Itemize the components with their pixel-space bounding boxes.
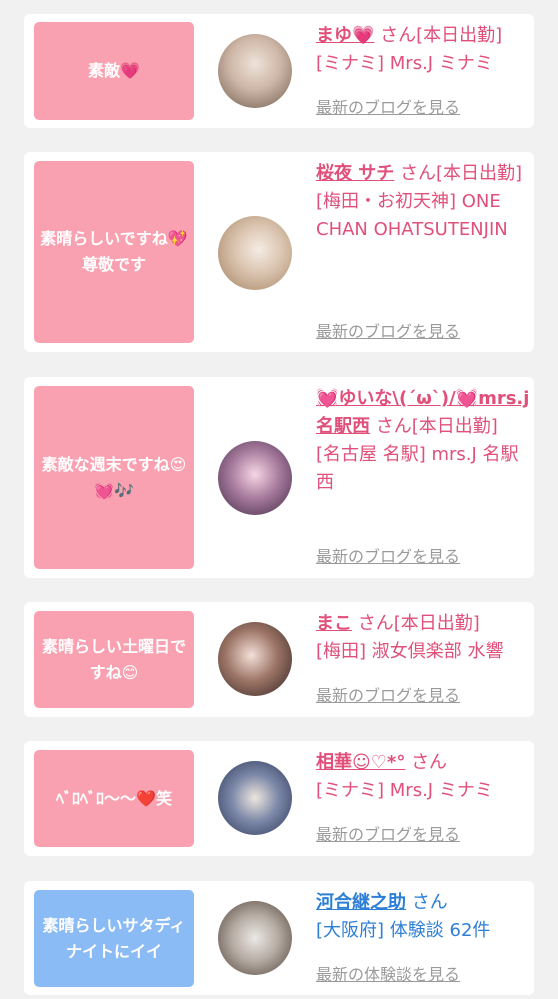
message-bubble: 素晴らしいサタディナイトにイイ bbox=[34, 890, 194, 987]
message-bubble: 素敵な週末ですね😍💓🎶 bbox=[34, 386, 194, 569]
profile-name-link[interactable]: まこ bbox=[316, 613, 352, 634]
shop-text: [名古屋 名駅] mrs.J 名駅西 bbox=[316, 444, 519, 493]
profile-name-link[interactable]: まゆ💗 bbox=[316, 25, 374, 46]
message-text: 素晴らしいサタディナイトにイイ bbox=[42, 915, 186, 961]
status-text: さん bbox=[411, 752, 448, 773]
avatar[interactable] bbox=[218, 216, 292, 290]
card-3: 素敵な週末ですね😍💓🎶 💓ゆいな\(´ω`)/💓mrs.j名駅西 さん[本日出勤… bbox=[24, 377, 534, 578]
blog-link[interactable]: 最新のブログを見る bbox=[316, 682, 460, 706]
message-bubble: ﾍﾞﾛﾍﾞﾛ〜〜❤️笑 bbox=[34, 750, 194, 847]
avatar[interactable] bbox=[218, 901, 292, 975]
avatar[interactable] bbox=[218, 761, 292, 835]
review-link[interactable]: 最新の体験談を見る bbox=[316, 961, 460, 985]
message-bubble: 素敵💗 bbox=[34, 22, 194, 120]
blog-link[interactable]: 最新のブログを見る bbox=[316, 543, 460, 567]
status-text: さん[本日出勤] bbox=[380, 25, 503, 46]
blog-link[interactable]: 最新のブログを見る bbox=[316, 821, 460, 845]
profile-info: 💓ゆいな\(´ω`)/💓mrs.j名駅西 さん[本日出勤] [名古屋 名駅] m… bbox=[316, 385, 530, 497]
avatar[interactable] bbox=[218, 622, 292, 696]
shop-text: [ミナミ] Mrs.J ミナミ bbox=[316, 53, 493, 74]
status-text: さん[本日出勤] bbox=[375, 416, 498, 437]
card-6: 素晴らしいサタディナイトにイイ 河合継之助 さん [大阪府] 体験談 62件 最… bbox=[24, 881, 534, 995]
card-5: ﾍﾞﾛﾍﾞﾛ〜〜❤️笑 相華☺︎♡*° さん [ミナミ] Mrs.J ミナミ 最… bbox=[24, 741, 534, 856]
status-text: さん[本日出勤] bbox=[400, 163, 523, 184]
status-text: さん bbox=[411, 892, 448, 913]
profile-info: 桜夜 サチ さん[本日出勤] [梅田・お初天神] ONE CHAN OHATSU… bbox=[316, 160, 530, 244]
avatar[interactable] bbox=[218, 34, 292, 108]
profile-name-link[interactable]: 相華☺︎♡*° bbox=[316, 752, 405, 773]
message-bubble: 素晴らしいですね💖尊敬です bbox=[34, 161, 194, 343]
blog-link[interactable]: 最新のブログを見る bbox=[316, 94, 460, 118]
shop-text: [梅田・お初天神] ONE CHAN OHATSUTENJIN bbox=[316, 191, 508, 240]
status-text: さん[本日出勤] bbox=[357, 613, 480, 634]
profile-info: まこ さん[本日出勤] [梅田] 淑女倶楽部 水響 bbox=[316, 610, 530, 666]
avatar[interactable] bbox=[218, 441, 292, 515]
card-4: 素晴らしい土曜日ですね😊 まこ さん[本日出勤] [梅田] 淑女倶楽部 水響 最… bbox=[24, 602, 534, 717]
shop-text: [ミナミ] Mrs.J ミナミ bbox=[316, 780, 493, 801]
message-text: 素敵な週末ですね😍💓🎶 bbox=[41, 454, 187, 500]
message-text: ﾍﾞﾛﾍﾞﾛ〜〜❤️笑 bbox=[56, 788, 172, 808]
profile-info: 相華☺︎♡*° さん [ミナミ] Mrs.J ミナミ bbox=[316, 749, 530, 805]
blog-link[interactable]: 最新のブログを見る bbox=[316, 318, 460, 342]
card-1: 素敵💗 まゆ💗 さん[本日出勤] [ミナミ] Mrs.J ミナミ 最新のブログを… bbox=[24, 14, 534, 128]
profile-info: 河合継之助 さん [大阪府] 体験談 62件 bbox=[316, 889, 530, 945]
message-text: 素敵💗 bbox=[88, 61, 140, 80]
message-text: 素晴らしいですね💖尊敬です bbox=[40, 229, 188, 274]
shop-text: [大阪府] 体験談 62件 bbox=[316, 920, 491, 941]
profile-name-link[interactable]: 桜夜 サチ bbox=[316, 163, 394, 184]
message-text: 素晴らしい土曜日ですね😊 bbox=[41, 636, 186, 682]
profile-name-link[interactable]: 河合継之助 bbox=[316, 892, 406, 913]
shop-text: [梅田] 淑女倶楽部 水響 bbox=[316, 641, 504, 662]
profile-info: まゆ💗 さん[本日出勤] [ミナミ] Mrs.J ミナミ bbox=[316, 22, 530, 78]
message-bubble: 素晴らしい土曜日ですね😊 bbox=[34, 611, 194, 708]
card-2: 素晴らしいですね💖尊敬です 桜夜 サチ さん[本日出勤] [梅田・お初天神] O… bbox=[24, 152, 534, 352]
